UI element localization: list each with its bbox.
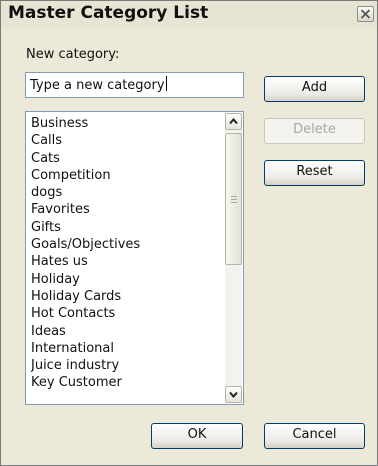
vertical-scrollbar[interactable] [225, 113, 242, 403]
close-icon [360, 9, 371, 19]
category-list-item[interactable]: Cats [31, 150, 221, 167]
new-category-label: New category: [26, 47, 120, 62]
delete-button[interactable]: Delete [264, 118, 365, 144]
cancel-button[interactable]: Cancel [264, 423, 365, 449]
category-list-item[interactable]: Hot Contacts [31, 305, 221, 322]
category-list-item[interactable]: Juice industry [31, 357, 221, 374]
category-list-item[interactable]: Competition [31, 167, 221, 184]
category-list-item[interactable]: dogs [31, 184, 221, 201]
add-button[interactable]: Add [264, 76, 365, 102]
chevron-up-icon [229, 118, 238, 125]
category-list-item[interactable]: Ideas [31, 323, 221, 340]
category-listbox[interactable]: Business Calls Cats Competition dogs Favorite… [25, 111, 244, 405]
ok-button[interactable]: OK [151, 423, 243, 449]
dialog-title: Master Category List [8, 3, 209, 23]
category-list-item[interactable]: Favorites [31, 201, 221, 218]
reset-button[interactable]: Reset [264, 160, 365, 186]
master-category-dialog: Master Category List New category: Type … [0, 0, 378, 466]
category-list: Business Calls Cats Competition dogs Favorite… [31, 115, 221, 402]
category-list-item[interactable]: Calls [31, 132, 221, 149]
new-category-input[interactable]: Type a new category [25, 72, 244, 98]
category-list-item[interactable]: Holiday Cards [31, 288, 221, 305]
category-list-item[interactable]: Business [31, 115, 221, 132]
text-caret [165, 76, 167, 91]
category-list-item[interactable]: Key Customer [31, 374, 221, 391]
category-list-item[interactable]: Goals/Objectives [31, 236, 221, 253]
close-button[interactable] [357, 6, 374, 22]
category-list-item[interactable]: Holiday [31, 271, 221, 288]
scroll-down-button[interactable] [225, 386, 242, 403]
scroll-thumb[interactable] [225, 133, 242, 265]
category-list-item[interactable]: International [31, 340, 221, 357]
new-category-input-text: Type a new category [30, 78, 165, 93]
category-list-item[interactable]: Hates us [31, 253, 221, 270]
scroll-grip [231, 196, 237, 203]
title-bar[interactable]: Master Category List [1, 1, 377, 27]
scroll-up-button[interactable] [225, 113, 242, 130]
chevron-down-icon [229, 391, 238, 398]
category-list-item[interactable]: Gifts [31, 219, 221, 236]
